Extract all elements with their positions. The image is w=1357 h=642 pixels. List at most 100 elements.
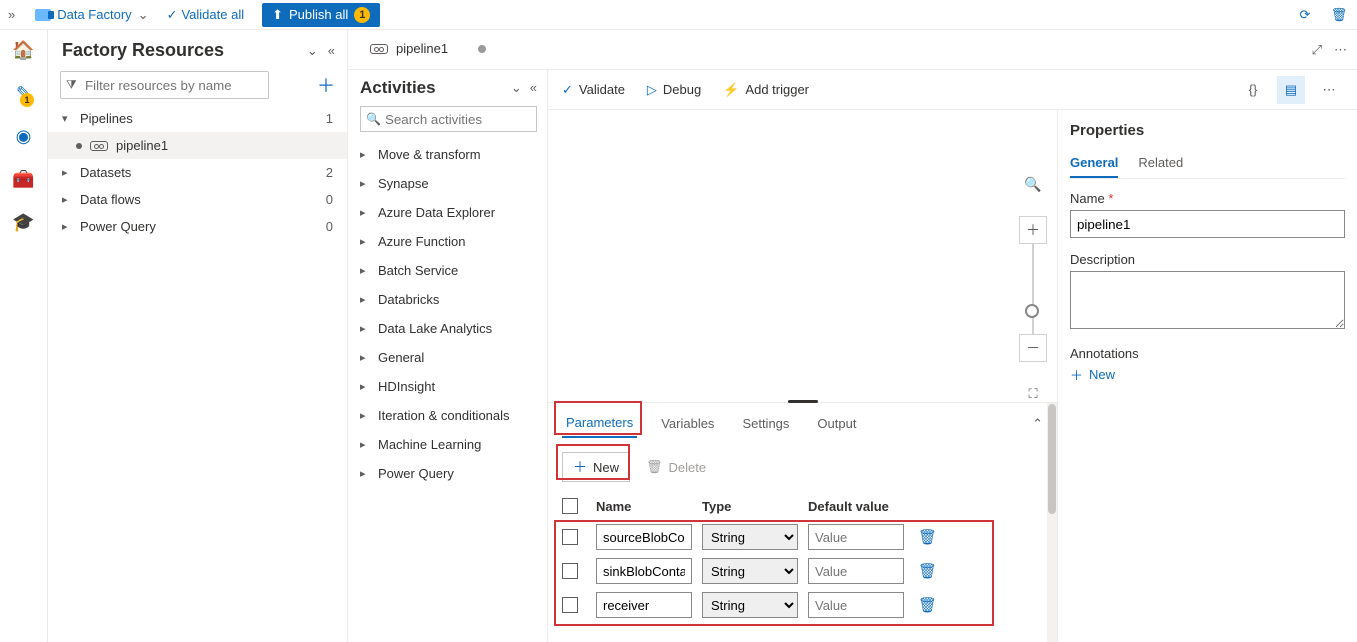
pipeline-icon bbox=[370, 44, 388, 54]
tree-dataflows[interactable]: ▸ Data flows 0 bbox=[48, 186, 347, 213]
tab-pipeline1[interactable]: pipeline1 bbox=[356, 30, 500, 69]
activities-expand-icon[interactable]: ⌄ bbox=[511, 80, 522, 96]
zoom-in-button[interactable]: ＋ bbox=[1019, 216, 1047, 244]
caret-right-icon: ▸ bbox=[360, 264, 370, 277]
zoom-slider[interactable] bbox=[1032, 244, 1034, 334]
resources-filter-input[interactable] bbox=[60, 71, 269, 99]
publish-count-badge: 1 bbox=[354, 7, 370, 23]
activity-group[interactable]: ▸Azure Data Explorer bbox=[348, 198, 547, 227]
caret-right-icon: ▸ bbox=[360, 322, 370, 335]
properties-title: Properties bbox=[1070, 122, 1345, 139]
select-all-checkbox[interactable] bbox=[562, 498, 578, 514]
more-icon[interactable]: ⋯ bbox=[1334, 42, 1347, 58]
caret-right-icon: ▸ bbox=[360, 380, 370, 393]
caret-right-icon: ▸ bbox=[62, 166, 74, 179]
properties-panel: Properties General Related Name * Descri… bbox=[1057, 110, 1357, 642]
pipeline-icon bbox=[90, 141, 108, 151]
tree-datasets[interactable]: ▸ Datasets 2 bbox=[48, 159, 347, 186]
code-view-button[interactable]: {} bbox=[1239, 76, 1267, 104]
caret-down-icon: ▾ bbox=[62, 112, 74, 125]
scrollbar-thumb[interactable] bbox=[1048, 404, 1056, 514]
caret-right-icon: ▸ bbox=[360, 409, 370, 422]
zoom-controls: 🔍 ＋ － ⛶ bbox=[1019, 170, 1047, 408]
collapse-bottom-panel-icon[interactable]: ⌃ bbox=[1032, 416, 1043, 432]
resources-collapse-icon[interactable]: « bbox=[328, 43, 335, 59]
tree-label: Pipelines bbox=[80, 111, 133, 126]
activity-group[interactable]: ▸Data Lake Analytics bbox=[348, 314, 547, 343]
refresh-icon[interactable]: ⟳ bbox=[1295, 5, 1315, 25]
search-canvas-button[interactable]: 🔍 bbox=[1019, 170, 1047, 198]
tree-pipelines[interactable]: ▾ Pipelines 1 bbox=[48, 105, 347, 132]
pipeline-canvas[interactable]: 🔍 ＋ － ⛶ Parameters Vari bbox=[548, 110, 1057, 642]
activity-group[interactable]: ▸Batch Service bbox=[348, 256, 547, 285]
resources-title: Factory Resources bbox=[62, 40, 224, 61]
tab-general[interactable]: General bbox=[1070, 149, 1118, 178]
canvas-more-icon[interactable]: ⋯ bbox=[1315, 76, 1343, 104]
editor-tabs: pipeline1 ⤢ ⋯ bbox=[348, 30, 1357, 70]
tree-label: Power Query bbox=[80, 219, 156, 234]
name-label: Name bbox=[1070, 191, 1105, 206]
expand-nav-icon[interactable]: » bbox=[8, 7, 15, 22]
caret-right-icon: ▸ bbox=[360, 438, 370, 451]
delete-parameter-button[interactable]: 🗑Delete bbox=[646, 459, 706, 475]
tree-item-pipeline1[interactable]: pipeline1 bbox=[48, 132, 347, 159]
tab-related[interactable]: Related bbox=[1138, 149, 1183, 178]
filter-icon: ⧩ bbox=[66, 78, 77, 93]
tab-settings[interactable]: Settings bbox=[738, 410, 793, 437]
product-switcher[interactable]: Data Factory ⌄ bbox=[35, 7, 148, 23]
caret-right-icon: ▸ bbox=[360, 177, 370, 190]
activity-group[interactable]: ▸Move & transform bbox=[348, 140, 547, 169]
activity-group[interactable]: ▸Databricks bbox=[348, 285, 547, 314]
activities-search-input[interactable] bbox=[360, 106, 537, 132]
delete-icon[interactable]: 🗑 bbox=[1329, 5, 1349, 25]
modified-dot-icon bbox=[76, 143, 82, 149]
search-icon: 🔍 bbox=[366, 112, 381, 126]
add-trigger-button[interactable]: ⚡Add trigger bbox=[723, 82, 809, 98]
caret-right-icon: ▸ bbox=[360, 467, 370, 480]
tab-output[interactable]: Output bbox=[813, 410, 860, 437]
tab-variables[interactable]: Variables bbox=[657, 410, 718, 437]
factory-resources-panel: Factory Resources ⌄ « ⧩ ＋ ▾ Pipelines 1 … bbox=[48, 30, 348, 642]
scrollbar[interactable] bbox=[1047, 403, 1057, 642]
caret-right-icon: ▸ bbox=[360, 206, 370, 219]
validate-button[interactable]: ✓Validate bbox=[562, 82, 625, 98]
validate-all-button[interactable]: ✓ Validate all bbox=[167, 7, 245, 23]
caret-right-icon: ▸ bbox=[62, 220, 74, 233]
activity-group[interactable]: ▸General bbox=[348, 343, 547, 372]
expand-icon[interactable]: ⤢ bbox=[1312, 42, 1322, 58]
activity-group[interactable]: ▸Synapse bbox=[348, 169, 547, 198]
product-label: Data Factory bbox=[57, 7, 131, 22]
properties-toggle-button[interactable]: ▤ bbox=[1277, 76, 1305, 104]
highlight-box bbox=[554, 520, 994, 626]
caret-right-icon: ▸ bbox=[360, 293, 370, 306]
manage-icon[interactable]: 🧰 bbox=[12, 169, 34, 190]
highlight-box bbox=[556, 444, 630, 480]
activity-group[interactable]: ▸Azure Function bbox=[348, 227, 547, 256]
publish-all-button[interactable]: ⬆ Publish all 1 bbox=[262, 3, 380, 27]
activity-group[interactable]: ▸Iteration & conditionals bbox=[348, 401, 547, 430]
activity-group[interactable]: ▸Machine Learning bbox=[348, 430, 547, 459]
resources-expand-icon[interactable]: ⌄ bbox=[307, 43, 318, 59]
activity-group[interactable]: ▸Power Query bbox=[348, 459, 547, 488]
add-resource-button[interactable]: ＋ bbox=[317, 72, 335, 98]
caret-right-icon: ▸ bbox=[360, 235, 370, 248]
author-icon[interactable]: ✎1 bbox=[16, 83, 31, 104]
col-header-name: Name bbox=[596, 499, 692, 514]
left-nav-bar: 🏠 ✎1 ◉ 🧰 🎓 bbox=[0, 30, 48, 642]
add-annotation-button[interactable]: ＋New bbox=[1070, 365, 1345, 384]
zoom-out-button[interactable]: － bbox=[1019, 334, 1047, 362]
description-textarea[interactable] bbox=[1070, 271, 1345, 329]
activity-group[interactable]: ▸HDInsight bbox=[348, 372, 547, 401]
home-icon[interactable]: 🏠 bbox=[12, 40, 34, 61]
activities-collapse-icon[interactable]: « bbox=[530, 80, 537, 96]
pipeline-canvas-area: ✓Validate ▷Debug ⚡Add trigger {} ▤ ⋯ 🔍 ＋ bbox=[548, 70, 1357, 642]
tree-powerquery[interactable]: ▸ Power Query 0 bbox=[48, 213, 347, 240]
tab-label: pipeline1 bbox=[396, 41, 448, 56]
caret-right-icon: ▸ bbox=[360, 148, 370, 161]
monitor-icon[interactable]: ◉ bbox=[16, 126, 32, 147]
zoom-slider-thumb[interactable] bbox=[1025, 304, 1039, 318]
checkmark-icon: ✓ bbox=[167, 7, 178, 23]
learn-icon[interactable]: 🎓 bbox=[12, 212, 34, 233]
pipeline-name-input[interactable] bbox=[1070, 210, 1345, 238]
debug-button[interactable]: ▷Debug bbox=[647, 82, 701, 98]
